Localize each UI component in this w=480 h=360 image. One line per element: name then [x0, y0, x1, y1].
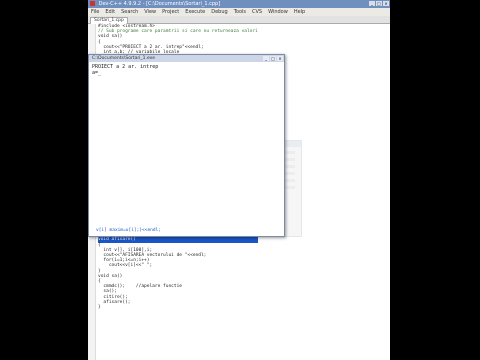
- window-controls: _ □ ×: [369, 1, 389, 6]
- minimize-button[interactable]: _: [369, 1, 375, 6]
- menu-item-help[interactable]: Help: [294, 8, 305, 16]
- maximize-button[interactable]: □: [376, 1, 382, 6]
- console-minimize-button[interactable]: _: [263, 56, 269, 61]
- close-button[interactable]: ×: [383, 1, 389, 6]
- console-window-controls: _ □ ×: [263, 56, 283, 61]
- console-output: PROIECT a 2 ar. intrep a=_: [92, 64, 159, 76]
- console-title-bar: C:\Documents\Sortari_1.exe _ □ ×: [89, 55, 284, 62]
- menu-item-view[interactable]: View: [144, 8, 156, 16]
- title-bar: Dev-C++ 4.9.9.2 - [C:\Documents\Sortari_…: [88, 0, 390, 8]
- menu-item-edit[interactable]: Edit: [105, 8, 115, 16]
- menu-bar: File Edit Search View Project Execute Debug Too…: [88, 8, 390, 16]
- console-close-button[interactable]: ×: [277, 56, 283, 61]
- tab-file[interactable]: Sortari_1.cpp: [90, 17, 128, 24]
- menu-item-search[interactable]: Search: [121, 8, 138, 16]
- window-title: Dev-C++ 4.9.9.2 - [C:\Documents\Sortari_…: [98, 1, 221, 7]
- app-icon: [90, 1, 95, 6]
- menu-item-debug[interactable]: Debug: [211, 8, 227, 16]
- partial-code-line: v[i] maxim=u[i];}<<endl;: [96, 228, 162, 233]
- menu-item-project[interactable]: Project: [162, 8, 179, 16]
- menu-item-execute[interactable]: Execute: [185, 8, 205, 16]
- menu-item-cvs[interactable]: CVS: [252, 8, 262, 16]
- console-window[interactable]: C:\Documents\Sortari_1.exe _ □ × PROIECT…: [88, 54, 285, 237]
- console-title: C:\Documents\Sortari_1.exe: [92, 56, 155, 61]
- console-maximize-button[interactable]: □: [270, 56, 276, 61]
- menu-item-tools[interactable]: Tools: [234, 8, 246, 16]
- menu-item-file[interactable]: File: [91, 8, 99, 16]
- code-line: }: [98, 304, 101, 310]
- menu-item-window[interactable]: Window: [268, 8, 288, 16]
- tab-bar: Sortari_1.cpp: [88, 16, 390, 24]
